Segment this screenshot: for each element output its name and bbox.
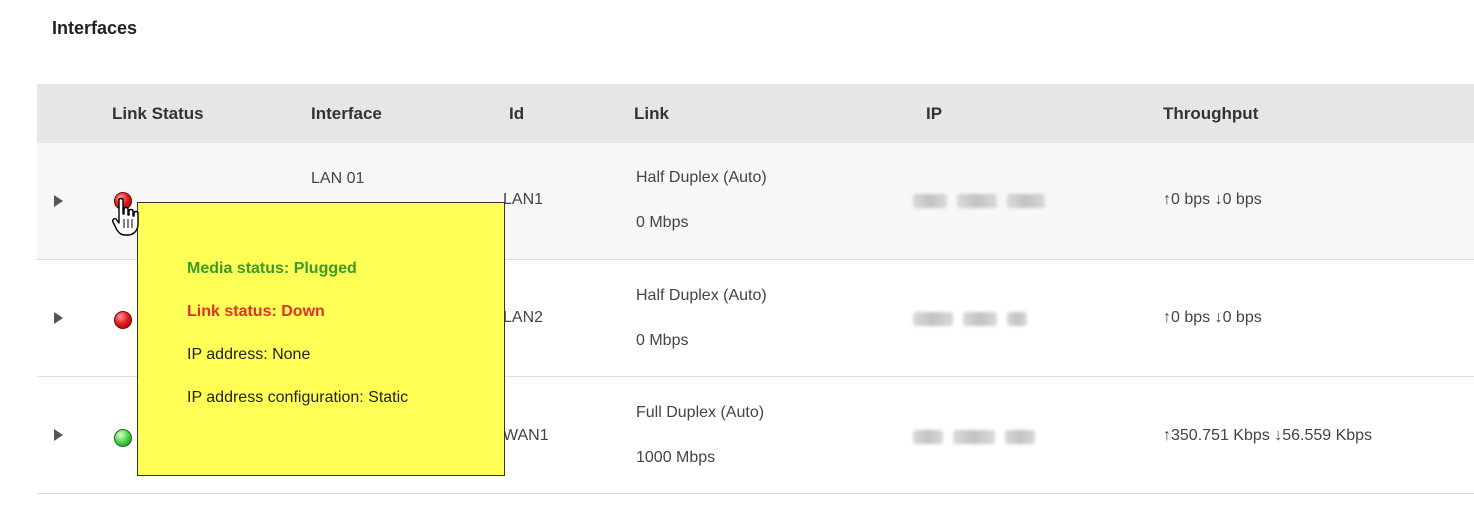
interface-id: WAN1 <box>503 427 549 444</box>
tooltip-ip-config: IP address configuration: Static <box>187 389 409 406</box>
interfaces-page: Interfaces Link Status Interface Id Link… <box>0 0 1474 516</box>
link-duplex: Half Duplex (Auto) <box>636 169 767 186</box>
throughput: ↑0 bps ↓0 bps <box>1163 191 1262 208</box>
link-speed: 0 Mbps <box>636 214 689 231</box>
triangle-right-icon[interactable] <box>54 312 63 324</box>
triangle-right-icon[interactable] <box>54 429 63 441</box>
link-duplex: Full Duplex (Auto) <box>636 404 765 421</box>
link-duplex: Half Duplex (Auto) <box>636 287 767 304</box>
header-throughput[interactable]: Throughput <box>1163 84 1258 143</box>
link-status-tooltip: Media status: Plugged Link status: Down … <box>137 202 505 476</box>
triangle-right-icon[interactable] <box>54 195 63 207</box>
interface-name: LAN 01 <box>311 170 365 187</box>
link-speed: 1000 Mbps <box>636 449 716 466</box>
throughput: ↑350.751 Kbps ↓56.559 Kbps <box>1163 427 1373 444</box>
ip-address-redacted <box>913 312 1053 326</box>
table-header: Link Status Interface Id Link IP Through… <box>37 84 1474 143</box>
ip-address-redacted <box>913 430 1053 444</box>
link-status-led-icon[interactable] <box>114 311 132 329</box>
link-speed: 0 Mbps <box>636 332 689 349</box>
header-link[interactable]: Link <box>634 84 669 143</box>
ip-address-redacted <box>913 194 1053 208</box>
header-id[interactable]: Id <box>509 84 524 143</box>
throughput: ↑0 bps ↓0 bps <box>1163 309 1262 326</box>
interface-id: LAN2 <box>503 309 544 326</box>
link-status-led-icon[interactable] <box>114 429 132 447</box>
header-link-status[interactable]: Link Status <box>112 84 204 143</box>
header-interface[interactable]: Interface <box>311 84 382 143</box>
tooltip-ip-address: IP address: None <box>187 346 311 363</box>
section-title: Interfaces <box>52 18 138 38</box>
hand-pointer-icon <box>112 197 139 236</box>
tooltip-media-status: Media status: Plugged <box>187 260 357 277</box>
tooltip-link-status: Link status: Down <box>187 303 325 320</box>
header-ip[interactable]: IP <box>926 84 942 143</box>
interface-id: LAN1 <box>503 191 544 208</box>
